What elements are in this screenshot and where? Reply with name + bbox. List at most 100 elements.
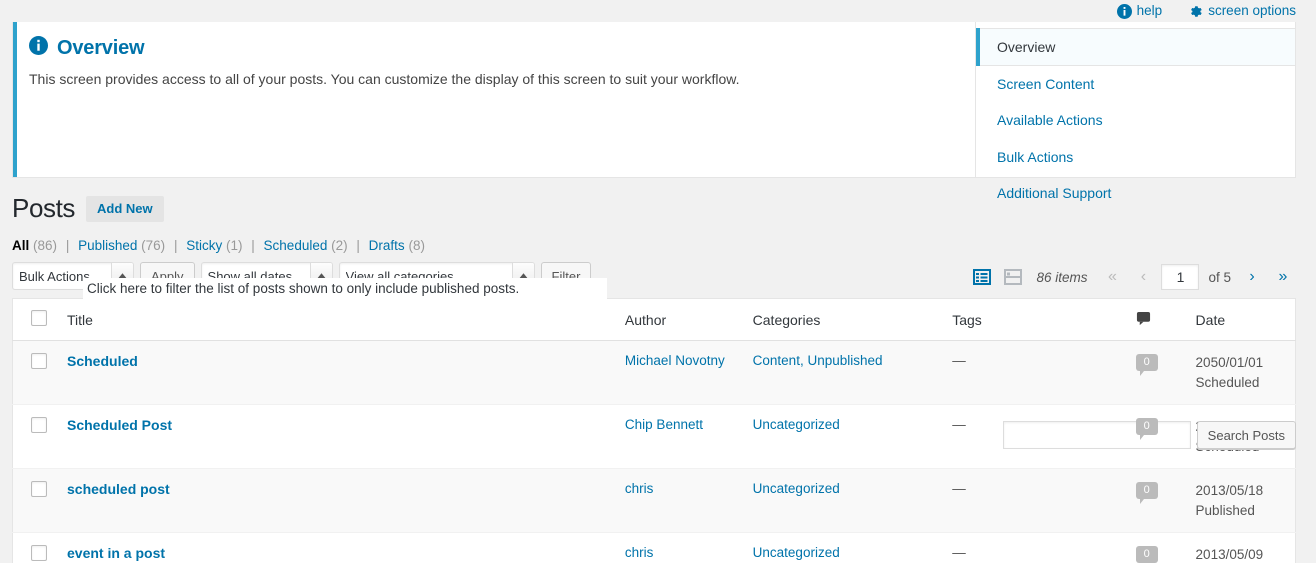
comment-count-bubble[interactable]: 0 [1136,546,1158,563]
row-title-cell: scheduled post [57,469,615,533]
row-checkbox[interactable] [31,417,47,433]
posts-table-body: Scheduled Michael Novotny Content, Unpub… [13,341,1296,563]
help-tab-screen-content[interactable]: Screen Content [976,66,1295,102]
status-filter-label: Scheduled [264,238,328,253]
status-filter-scheduled[interactable]: Scheduled [264,238,328,253]
excerpt-view-icon[interactable] [1000,264,1026,290]
status-filter-all[interactable]: All [12,238,29,253]
row-tags-cell: — [942,469,1125,533]
info-circle-icon [1117,4,1132,19]
admin-topbar: help screen options [0,0,1316,22]
row-tags-cell: — [942,533,1125,563]
row-date-cell: 2013/05/09 Published [1186,533,1296,563]
comment-count-bubble[interactable]: 0 [1136,482,1158,499]
help-tab-available-actions[interactable]: Available Actions [976,102,1295,138]
select-all-checkbox[interactable] [31,310,47,326]
post-date: 2050/01/01 [1196,353,1285,373]
row-date-cell: 2050/01/01 Scheduled [1186,341,1296,405]
post-author-link[interactable]: Chip Bennett [625,417,703,432]
row-categories-cell: Content, Unpublished [743,341,943,405]
row-author-cell: chris [615,469,743,533]
help-panel-content: Overview This screen provides access to … [13,22,975,177]
row-checkbox[interactable] [31,481,47,497]
row-title-cell: event in a post [57,533,615,563]
status-filter-count: (8) [408,238,425,253]
post-title-link[interactable]: event in a post [67,545,165,561]
filter-tooltip: Click here to filter the list of posts s… [83,278,607,300]
row-date-cell: 2013/05/18 Published [1186,469,1296,533]
row-author-cell: chris [615,533,743,563]
post-title-link[interactable]: Scheduled [67,353,138,369]
total-pages-label: of 5 [1208,270,1231,285]
contextual-help-panel: Overview This screen provides access to … [12,22,1296,178]
post-author-link[interactable]: Michael Novotny [625,353,725,368]
separator: | [169,238,183,253]
row-checkbox[interactable] [31,353,47,369]
first-page-button[interactable]: « [1099,264,1125,290]
separator: | [61,238,75,253]
post-title-link[interactable]: Scheduled Post [67,417,172,433]
row-select-cell [13,469,58,533]
post-author-link[interactable]: chris [625,481,654,496]
status-filter-published[interactable]: Published [78,238,137,253]
comment-bubble-icon [1136,313,1151,329]
help-panel-title-text: Overview [57,37,144,60]
status-filter-label: All [12,238,29,253]
status-filter-count: (86) [33,238,57,253]
status-filter-count: (76) [141,238,165,253]
column-header-tags[interactable]: Tags [942,299,1125,341]
help-label: help [1137,4,1163,18]
search-input[interactable] [1003,421,1191,449]
row-categories-cell: Uncategorized [743,405,943,469]
comment-count-bubble[interactable]: 0 [1136,354,1158,371]
status-filter-drafts[interactable]: Drafts [369,238,405,253]
post-author-link[interactable]: chris [625,545,654,560]
help-toggle-button[interactable]: help [1117,4,1163,19]
table-row: scheduled post chris Uncategorized — 0 2… [13,469,1296,533]
row-tags-cell: — [942,341,1125,405]
help-tab-label: Screen Content [997,76,1094,92]
row-checkbox[interactable] [31,545,47,561]
items-count: 86 items [1036,270,1087,285]
current-page-input[interactable] [1161,264,1199,290]
add-new-button[interactable]: Add New [86,196,164,222]
post-date: 2013/05/18 [1196,481,1285,501]
column-header-title[interactable]: Title [57,299,615,341]
status-filter-label: Sticky [186,238,222,253]
last-page-button[interactable]: » [1270,264,1296,290]
table-nav-top: Bulk Actions Apply Show all dates View a… [12,262,1296,296]
comment-count-bubble[interactable]: 0 [1136,418,1158,435]
help-tab-bulk-actions[interactable]: Bulk Actions [976,139,1295,175]
post-categories-link[interactable]: Uncategorized [753,545,840,560]
next-page-button[interactable]: › [1239,264,1265,290]
help-panel-tablist: Overview Screen Content Available Action… [975,22,1295,177]
status-filter-sticky[interactable]: Sticky [186,238,222,253]
help-panel-title: Overview [29,36,955,61]
post-categories-link[interactable]: Content, Unpublished [753,353,883,368]
column-header-categories[interactable]: Categories [743,299,943,341]
post-categories-link[interactable]: Uncategorized [753,417,840,432]
table-row: Scheduled Michael Novotny Content, Unpub… [13,341,1296,405]
status-filter-count: (2) [331,238,348,253]
column-header-author[interactable]: Author [615,299,743,341]
prev-page-button[interactable]: ‹ [1130,264,1156,290]
row-select-cell [13,341,58,405]
page-title: Posts [12,193,75,224]
screen-options-label: screen options [1208,4,1296,18]
row-select-cell [13,405,58,469]
status-filter-label: Published [78,238,137,253]
row-categories-cell: Uncategorized [743,533,943,563]
screen-options-toggle-button[interactable]: screen options [1188,4,1296,19]
list-view-icon[interactable] [969,264,995,290]
post-categories-link[interactable]: Uncategorized [753,481,840,496]
help-tab-label: Available Actions [997,112,1103,128]
row-title-cell: Scheduled [57,341,615,405]
help-tab-overview[interactable]: Overview [976,28,1295,66]
row-categories-cell: Uncategorized [743,469,943,533]
search-submit-button[interactable]: Search Posts [1197,421,1296,449]
column-header-date[interactable]: Date [1186,299,1296,341]
column-header-comments[interactable] [1126,299,1186,341]
table-row: event in a post chris Uncategorized — 0 … [13,533,1296,563]
post-title-link[interactable]: scheduled post [67,481,170,497]
page-header: Posts Add New [12,193,1296,224]
